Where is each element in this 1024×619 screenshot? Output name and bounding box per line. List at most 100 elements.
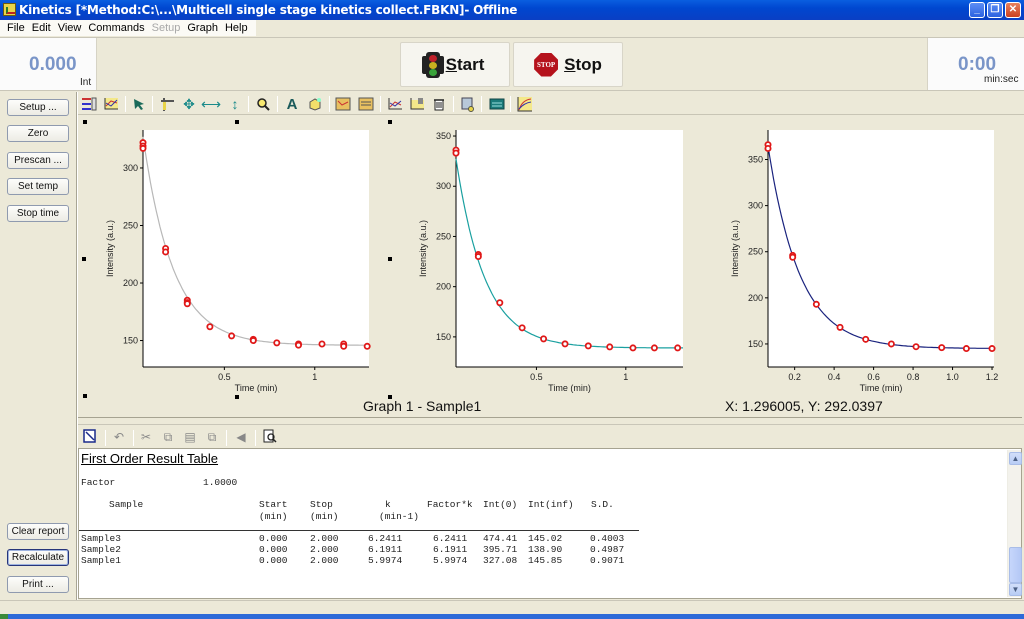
column-header: Int(0) (483, 499, 518, 510)
column-header: k (385, 499, 391, 510)
data-point[interactable] (363, 342, 371, 350)
table-cell: 6.2411 (368, 533, 403, 544)
calculator-icon[interactable] (488, 95, 506, 113)
close-button[interactable]: ✕ (1005, 2, 1021, 18)
minimize-button[interactable]: _ (969, 2, 985, 18)
data-point[interactable] (650, 344, 658, 352)
set-temp-button[interactable]: Set temp (7, 178, 69, 195)
trash-icon[interactable] (430, 95, 448, 113)
text-icon[interactable]: A (283, 95, 301, 113)
data-point[interactable] (606, 343, 614, 351)
data-point[interactable] (540, 335, 548, 343)
data-point[interactable] (294, 341, 302, 349)
data-point[interactable] (674, 344, 682, 352)
data-point[interactable] (273, 339, 281, 347)
table-cell: 6.1911 (368, 544, 403, 555)
column-header: Stop (310, 499, 333, 510)
plot-1[interactable]: 150 200 250 300 0.5 1 Time (min) Intensity (a.u… (105, 130, 371, 393)
selection-handle[interactable] (235, 120, 239, 124)
graph-toolbar: ✥ ⟷ ↕ A (78, 92, 1024, 115)
pan-vertical-icon[interactable]: ↕ (226, 95, 244, 113)
scroll-down-button[interactable]: ▼ (1009, 583, 1022, 596)
data-point[interactable] (139, 144, 147, 152)
menu-help[interactable]: Help (222, 20, 252, 36)
x-tick-label: 1 (312, 372, 317, 382)
stop-label: Stop (564, 54, 602, 74)
data-point[interactable] (584, 342, 592, 350)
data-point[interactable] (887, 340, 895, 348)
overlay-icon[interactable] (334, 95, 352, 113)
data-point[interactable] (812, 300, 820, 308)
print-button[interactable]: Print ... (7, 576, 69, 593)
data-point[interactable] (988, 345, 996, 353)
data-point[interactable] (789, 253, 797, 261)
selection-handle[interactable] (388, 257, 392, 261)
data-point[interactable] (836, 323, 844, 331)
data-point[interactable] (452, 149, 460, 157)
data-point[interactable] (629, 344, 637, 352)
data-point[interactable] (228, 332, 236, 340)
stop-time-button[interactable]: Stop time (7, 205, 69, 222)
edit-report-icon[interactable] (82, 429, 98, 445)
stop-button[interactable]: STOP Stop (513, 42, 623, 87)
column-unit: (min-1) (379, 511, 419, 522)
menu-file[interactable]: File (4, 20, 29, 36)
pointer-icon[interactable] (130, 95, 148, 113)
graph-format-icon[interactable] (102, 95, 120, 113)
undo-icon: ↶ (113, 430, 125, 444)
scale-icon[interactable] (386, 95, 404, 113)
zoom-icon[interactable] (254, 95, 272, 113)
scroll-thumb[interactable] (1009, 547, 1022, 583)
recalculate-button[interactable]: Recalculate (7, 549, 69, 566)
toolbar-separator (226, 430, 227, 446)
data-point[interactable] (561, 340, 569, 348)
data-point[interactable] (206, 323, 214, 331)
delete-trace-icon[interactable] (408, 95, 426, 113)
prescan-button[interactable]: Prescan ... (7, 152, 69, 169)
report-panel[interactable]: First Order Result Table Factor 1.0000 S… (78, 448, 1022, 599)
plot-background (143, 130, 369, 367)
selection-handle[interactable] (83, 394, 87, 398)
setup-button[interactable]: Setup ... (7, 99, 69, 116)
data-point[interactable] (183, 300, 191, 308)
zero-button[interactable]: Zero (7, 125, 69, 142)
data-point[interactable] (862, 335, 870, 343)
menu-edit[interactable]: Edit (29, 20, 55, 36)
selection-handle[interactable] (235, 395, 239, 399)
data-point[interactable] (496, 299, 504, 307)
cursor-crosshair-icon[interactable] (158, 95, 176, 113)
fit-curve-icon[interactable] (516, 95, 534, 113)
plot-3[interactable]: 150 200 250 300 350 0.2 0.4 0.6 0.8 1.0 1.2 Time (m… (730, 130, 998, 393)
data-point[interactable] (518, 324, 526, 332)
data-point[interactable] (340, 342, 348, 350)
print-graph-icon[interactable] (459, 95, 477, 113)
selection-handle[interactable] (82, 257, 86, 261)
annotate-icon[interactable] (306, 95, 324, 113)
menu-graph[interactable]: Graph (184, 20, 222, 36)
data-point[interactable] (162, 248, 170, 256)
scroll-up-button[interactable]: ▲ (1009, 452, 1022, 465)
graph-caption: Graph 1 - Sample1 (363, 398, 482, 414)
data-point[interactable] (249, 337, 257, 345)
selection-handle[interactable] (388, 120, 392, 124)
data-point[interactable] (962, 345, 970, 353)
restore-button[interactable]: ❐ (987, 2, 1003, 18)
menu-view[interactable]: View (55, 20, 86, 36)
data-point[interactable] (912, 343, 920, 351)
start-button[interactable]: Start (400, 42, 510, 87)
pan-icon[interactable]: ✥ (180, 95, 198, 113)
data-point[interactable] (938, 344, 946, 352)
menu-commands[interactable]: Commands (85, 20, 148, 36)
print-preview-icon[interactable] (262, 429, 278, 445)
selection-handle[interactable] (83, 120, 87, 124)
graph-legend-icon[interactable] (80, 95, 98, 113)
pan-horizontal-icon[interactable]: ⟷ (201, 95, 221, 113)
data-point[interactable] (474, 253, 482, 261)
overlay-settings-icon[interactable] (357, 95, 375, 113)
data-point[interactable] (764, 144, 772, 152)
graph-canvas[interactable]: 150 200 250 300 0.5 1 Time (min) Intensity (a.u… (78, 116, 1022, 418)
data-point[interactable] (318, 340, 326, 348)
report-scrollbar[interactable]: ▲ ▼ (1007, 450, 1022, 597)
clear-report-button[interactable]: Clear report (7, 523, 69, 540)
plot-2[interactable]: 150 200 250 300 350 0.5 1 Time (min) Intensity (… (418, 130, 683, 393)
